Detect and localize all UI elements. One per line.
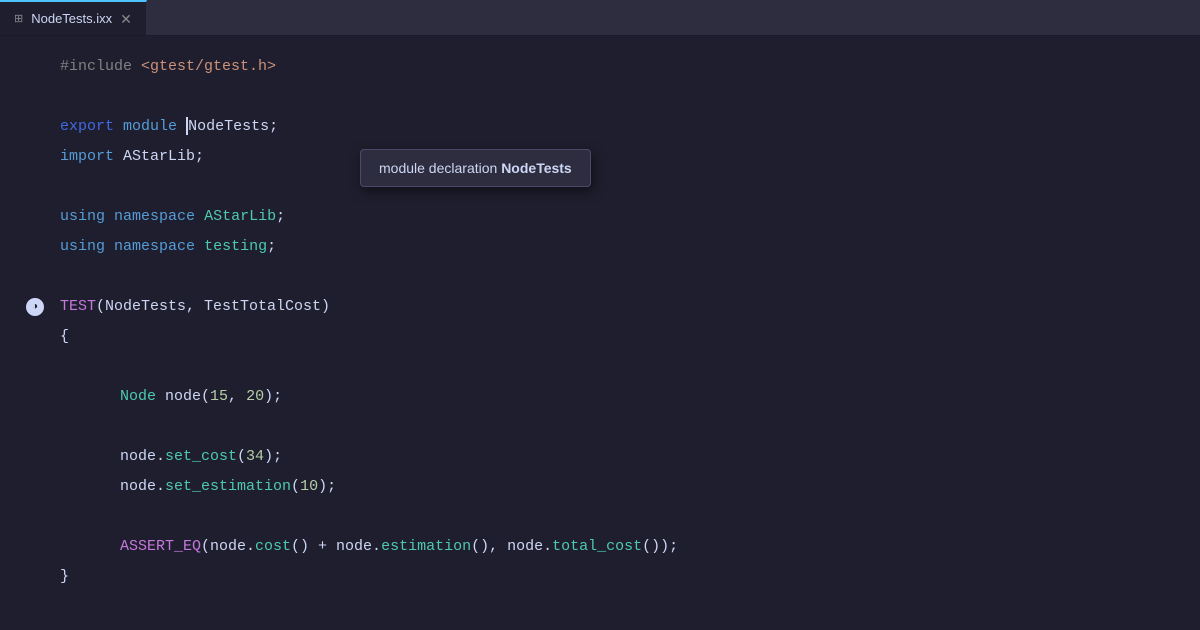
tab-filename: NodeTests.ixx (31, 11, 112, 26)
empty-line-5 (0, 412, 1200, 442)
preprocessor-include: #include (60, 58, 141, 75)
kw-export: export (60, 118, 114, 135)
code-assert: ASSERT_EQ(node.cost() + node.estimation(… (60, 532, 678, 562)
tab-close-icon[interactable]: ✕ (120, 12, 132, 26)
cursor-span: NodeTests; (177, 118, 278, 135)
code-import: import AStarLib; (60, 142, 204, 172)
kw-namespace1: namespace (114, 208, 195, 225)
brace-open: { (60, 328, 69, 345)
namespace-testing: testing (204, 238, 267, 255)
comma1: , (228, 388, 246, 405)
code-node-decl: Node node(15, 20); (60, 382, 282, 412)
method-estimation: estimation (381, 538, 471, 555)
macro-test: TEST (60, 298, 96, 315)
kw-using2: using (60, 238, 105, 255)
code-include: #include <gtest/gtest.h> (60, 52, 276, 82)
kw-import: import (60, 148, 114, 165)
empty-line-3 (0, 262, 1200, 292)
code-set-estimation: node.set_estimation(10); (60, 472, 336, 502)
code-line-using1: using namespace AStarLib; (0, 202, 1200, 232)
hover-tooltip: module declaration NodeTests (360, 149, 591, 187)
breakpoint-icon: ◑ (26, 298, 44, 316)
tooltip-bold: NodeTests (501, 160, 572, 176)
assert-close: ()); (642, 538, 678, 555)
kw-module: module (123, 118, 177, 135)
est-close: ); (318, 478, 336, 495)
semi1: ; (276, 208, 285, 225)
method-cost: cost (255, 538, 291, 555)
gutter-test: ◑ (20, 298, 60, 316)
empty-line-1 (0, 82, 1200, 112)
kw-namespace2: namespace (114, 238, 195, 255)
code-line-set-cost: node.set_cost(34); (0, 442, 1200, 472)
test-args: (NodeTests, TestTotalCost) (96, 298, 330, 315)
code-line-assert: ASSERT_EQ(node.cost() + node.estimation(… (0, 532, 1200, 562)
semi2: ; (267, 238, 276, 255)
code-line-test: ◑ TEST(NodeTests, TestTotalCost) (0, 292, 1200, 322)
code-line-export: export module NodeTests; (0, 112, 1200, 142)
tab-bar: ⊞ NodeTests.ixx ✕ (0, 0, 1200, 36)
code-using1: using namespace AStarLib; (60, 202, 285, 232)
tooltip-prefix: module declaration (379, 160, 501, 176)
code-line-brace-close: } (0, 562, 1200, 592)
code-line-import: import AStarLib; (0, 142, 1200, 172)
node-dot1: node. (120, 448, 165, 465)
import-rest: AStarLib; (114, 148, 204, 165)
num-34: 34 (246, 448, 264, 465)
text-cursor (186, 117, 188, 135)
assert-open: (node. (201, 538, 255, 555)
macro-assert-eq: ASSERT_EQ (120, 538, 201, 555)
empty-line-4 (0, 352, 1200, 382)
empty-line-2 (0, 172, 1200, 202)
num-15: 15 (210, 388, 228, 405)
brace-close: } (60, 568, 69, 585)
code-line-brace-open: { (0, 322, 1200, 352)
num-10: 10 (300, 478, 318, 495)
method-total-cost: total_cost (552, 538, 642, 555)
code-brace-open: { (60, 322, 69, 352)
cost-close: ); (264, 448, 282, 465)
code-using2: using namespace testing; (60, 232, 276, 262)
code-test: TEST(NodeTests, TestTotalCost) (60, 292, 330, 322)
namespace-astarlib: AStarLib (204, 208, 276, 225)
assert-mid1: () + node. (291, 538, 381, 555)
tab-nodetests[interactable]: ⊞ NodeTests.ixx ✕ (0, 0, 147, 35)
include-path: <gtest/gtest.h> (141, 58, 276, 75)
code-line-set-estimation: node.set_estimation(10); (0, 472, 1200, 502)
cost-open: ( (237, 448, 246, 465)
num-20: 20 (246, 388, 264, 405)
node-end: ); (264, 388, 282, 405)
code-export: export module NodeTests; (60, 112, 278, 142)
method-set-cost: set_cost (165, 448, 237, 465)
node-dot2: node. (120, 478, 165, 495)
type-node: Node (120, 388, 156, 405)
tab-pin-icon: ⊞ (14, 12, 23, 25)
code-set-cost: node.set_cost(34); (60, 442, 282, 472)
est-open: ( (291, 478, 300, 495)
code-line-include: #include <gtest/gtest.h> (0, 52, 1200, 82)
code-line-node-decl: Node node(15, 20); (0, 382, 1200, 412)
method-set-estimation: set_estimation (165, 478, 291, 495)
code-line-using2: using namespace testing; (0, 232, 1200, 262)
code-brace-close: } (60, 562, 69, 592)
editor-area[interactable]: #include <gtest/gtest.h> export module N… (0, 36, 1200, 630)
kw-using1: using (60, 208, 105, 225)
empty-line-6 (0, 502, 1200, 532)
node-init: node( (156, 388, 210, 405)
assert-mid2: (), node. (471, 538, 552, 555)
